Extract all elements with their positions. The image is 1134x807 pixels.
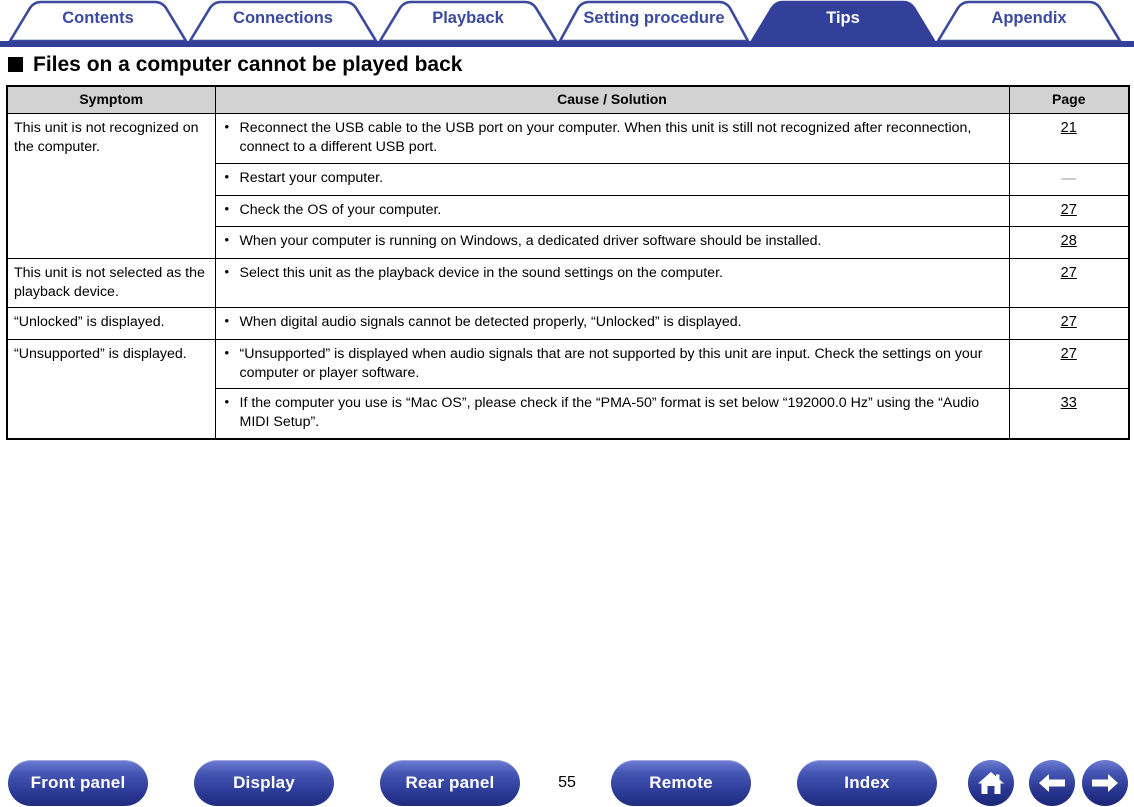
page-cell: 27 [1008, 257, 1130, 309]
tab-setting-procedure[interactable]: Setting procedure [558, 0, 750, 42]
tab-label: Contents [62, 9, 134, 27]
page-link[interactable]: 27 [1061, 346, 1077, 362]
forward-button[interactable] [1082, 760, 1128, 806]
arrow-right-icon [1092, 774, 1118, 792]
cause-text: “Unsupported” is displayed when audio si… [222, 344, 1003, 383]
symptom-table-container: Symptom Cause / Solution Page This unit … [6, 85, 1130, 441]
tab-label: Playback [432, 9, 504, 27]
symptom-cell: “Unsupported” is displayed. [6, 338, 216, 440]
cause-text: Restart your computer. [222, 168, 1003, 188]
tab-label: Connections [233, 9, 333, 27]
symptom-table: Symptom Cause / Solution Page This unit … [6, 85, 1130, 441]
home-icon [978, 772, 1004, 794]
tab-label: Appendix [991, 9, 1067, 27]
page-title-text: Files on a computer cannot be played bac… [33, 53, 463, 76]
cause-cell: When your computer is running on Windows… [214, 226, 1010, 259]
table-row: “Unsupported” is displayed. “Unsupported… [6, 338, 1130, 440]
page-none: — [1061, 170, 1077, 188]
cause-cell: Check the OS of your computer. [214, 195, 1010, 228]
table-row: This unit is not recognized on the compu… [6, 113, 1130, 259]
footer-nav-bar: Front panel Display Rear panel 55 Remote… [0, 760, 1134, 807]
display-label: Display [233, 773, 295, 792]
tab-bar-underline [0, 41, 1134, 47]
back-button[interactable] [1029, 760, 1075, 806]
display-button[interactable]: Display [194, 760, 334, 806]
black-square-icon [8, 57, 23, 72]
column-header-symptom: Symptom [6, 85, 216, 115]
top-tab-bar: Contents Connections Playback Setting pr… [0, 0, 1134, 47]
table-row: “Unlocked” is displayed. When digital au… [6, 307, 1130, 340]
tab-connections[interactable]: Connections [188, 0, 378, 42]
cause-text: Reconnect the USB cable to the USB port … [222, 118, 1003, 157]
symptom-cell: This unit is not recognized on the compu… [6, 113, 216, 259]
index-button[interactable]: Index [797, 760, 937, 806]
page-cell: 21 [1008, 113, 1130, 165]
column-header-page: Page [1008, 85, 1130, 115]
page-link[interactable]: 27 [1061, 314, 1077, 330]
page-cell: 27 [1008, 307, 1130, 340]
page-cell: 27 [1008, 338, 1130, 390]
cause-text: When digital audio signals cannot be det… [222, 312, 1003, 332]
page-title: Files on a computer cannot be played bac… [8, 54, 462, 75]
table-row: This unit is not selected as the playbac… [6, 257, 1130, 309]
page-link[interactable]: 33 [1061, 395, 1077, 411]
cause-cell: Reconnect the USB cable to the USB port … [214, 113, 1010, 165]
tab-contents[interactable]: Contents [8, 0, 188, 42]
tab-label: Tips [826, 9, 860, 27]
page-number: 55 [558, 774, 576, 791]
cause-cell: “Unsupported” is displayed when audio si… [214, 338, 1010, 390]
tab-playback[interactable]: Playback [378, 0, 558, 42]
cause-text: Check the OS of your computer. [222, 200, 1003, 220]
remote-label: Remote [649, 773, 713, 792]
rear-panel-label: Rear panel [405, 773, 495, 792]
tab-tips[interactable]: Tips [750, 0, 936, 42]
remote-button[interactable]: Remote [611, 760, 751, 806]
front-panel-label: Front panel [30, 773, 126, 792]
rear-panel-button[interactable]: Rear panel [380, 760, 520, 806]
home-button[interactable] [968, 760, 1014, 806]
cause-text: When your computer is running on Windows… [222, 231, 1003, 251]
page-cell: 33 [1008, 388, 1130, 440]
tab-appendix[interactable]: Appendix [936, 0, 1122, 42]
cause-text: Select this unit as the playback device … [222, 263, 1003, 283]
table-header-row: Symptom Cause / Solution Page [6, 85, 1130, 115]
front-panel-button[interactable]: Front panel [8, 760, 148, 806]
page-cell: — [1008, 163, 1130, 197]
column-header-cause-solution: Cause / Solution [214, 85, 1010, 115]
page-cell: 28 [1008, 226, 1130, 259]
cause-cell: Select this unit as the playback device … [214, 257, 1010, 309]
page-link[interactable]: 21 [1061, 120, 1077, 136]
page-link[interactable]: 27 [1061, 202, 1077, 218]
cause-cell: Restart your computer. [214, 163, 1010, 197]
cause-cell: When digital audio signals cannot be det… [214, 307, 1010, 340]
arrow-left-icon [1039, 774, 1065, 792]
symptom-cell: This unit is not selected as the playbac… [6, 257, 216, 309]
page-link[interactable]: 28 [1061, 233, 1077, 249]
symptom-cell: “Unlocked” is displayed. [6, 307, 216, 340]
index-label: Index [844, 773, 890, 792]
page-cell: 27 [1008, 195, 1130, 228]
page-link[interactable]: 27 [1061, 265, 1077, 281]
cause-text: If the computer you use is “Mac OS”, ple… [222, 393, 1003, 432]
tab-label: Setting procedure [583, 9, 725, 27]
cause-cell: If the computer you use is “Mac OS”, ple… [214, 388, 1010, 440]
